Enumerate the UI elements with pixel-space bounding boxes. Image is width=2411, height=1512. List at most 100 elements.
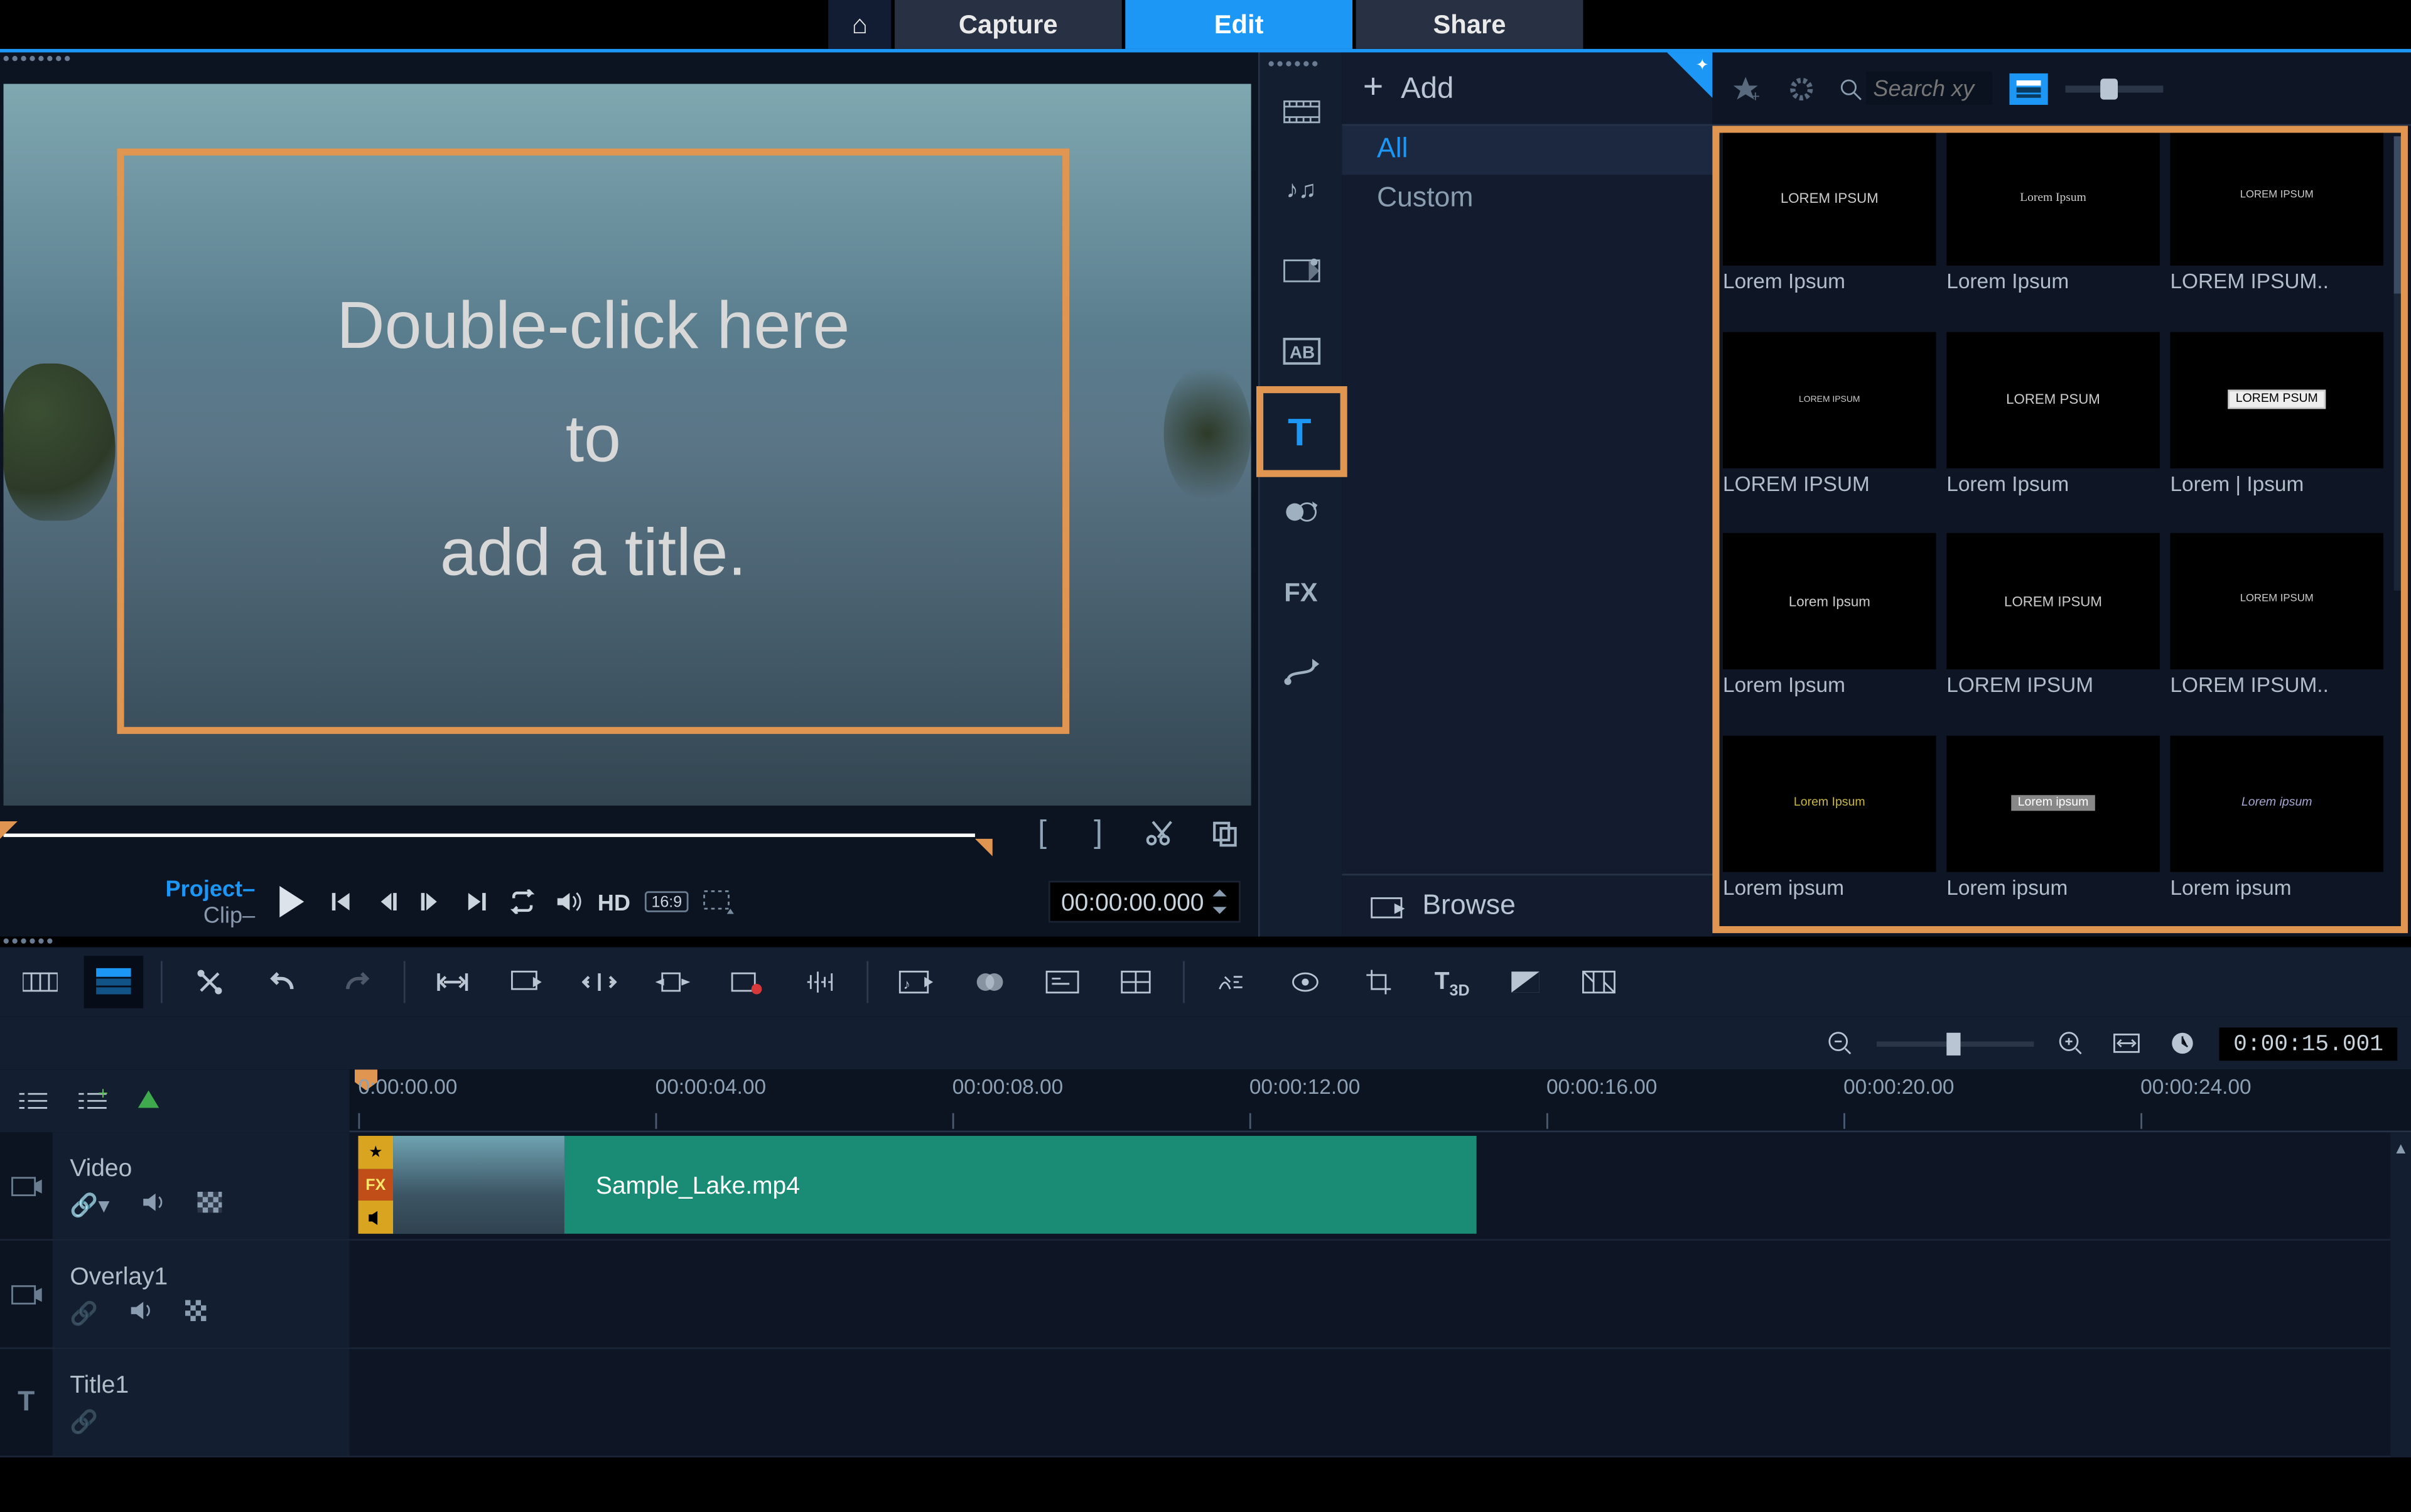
overlay-track-icon[interactable]	[0, 1241, 52, 1347]
slide-button[interactable]	[643, 956, 703, 1008]
mode-project[interactable]: Project–	[166, 875, 256, 902]
zoom-out-button[interactable]	[1821, 1017, 1859, 1069]
browse-button[interactable]: Browse	[1342, 874, 1712, 937]
title-track-header[interactable]: Title1 🔗	[52, 1349, 349, 1455]
library-tab-sound[interactable]: ♪♫	[1260, 150, 1342, 230]
title-preset[interactable]: Lorem ipsumLorem ipsum	[2170, 735, 2383, 929]
mark-out-button[interactable]: ]	[1094, 814, 1103, 851]
undo-button[interactable]	[254, 956, 313, 1008]
resize-options-button[interactable]	[696, 877, 742, 926]
title-preset[interactable]: LOREM PSUMLorem | Ipsum	[2170, 331, 2383, 526]
goto-start-button[interactable]	[318, 877, 364, 926]
blend-button[interactable]	[959, 956, 1019, 1008]
favorite-add-icon[interactable]: +	[1727, 69, 1765, 107]
library-tab-path[interactable]	[1260, 632, 1342, 713]
video-track-header[interactable]: Video 🔗▾	[52, 1132, 349, 1239]
title-preset[interactable]: Lorem IpsumLorem Ipsum	[1723, 533, 1936, 728]
category-custom[interactable]: Custom	[1342, 175, 1712, 224]
thumbnail-view-button[interactable]	[2009, 72, 2047, 104]
tab-capture[interactable]: Capture	[895, 0, 1122, 49]
tools-button[interactable]	[180, 956, 240, 1008]
mute-icon[interactable]	[141, 1191, 166, 1219]
thumbnail-size-slider[interactable]	[2066, 85, 2164, 92]
slip-button[interactable]	[569, 956, 629, 1008]
auto-music-button[interactable]: ♪	[886, 956, 946, 1008]
overlay-track-header[interactable]: Overlay1 🔗	[52, 1241, 349, 1347]
3dtitle-button[interactable]: T3D	[1422, 956, 1482, 1008]
link-icon[interactable]: 🔗▾	[70, 1191, 109, 1219]
title-preset[interactable]: LOREM IPSUMLOREM IPSUM	[1946, 533, 2160, 728]
preview-viewport[interactable]: Double-click here to add a title.	[4, 84, 1251, 806]
category-add-button[interactable]: + Add	[1342, 52, 1712, 126]
trim-start-handle[interactable]	[0, 821, 18, 839]
library-tab-transition[interactable]	[1260, 230, 1342, 311]
pin-icon[interactable]	[1667, 52, 1712, 97]
copy-button[interactable]	[1209, 818, 1241, 849]
title-preset[interactable]: Lorem IpsumLorem ipsum	[1723, 735, 1936, 929]
title-preset[interactable]: LOREM IPSUMLOREM IPSUM..	[2170, 129, 2383, 324]
toggle-tracks-button[interactable]	[136, 1091, 161, 1111]
settings-icon[interactable]	[1783, 69, 1821, 107]
split-clip-button[interactable]	[1146, 818, 1178, 849]
search-input[interactable]	[1866, 72, 1992, 105]
title-safe-box[interactable]: Double-click here to add a title.	[117, 149, 1069, 734]
title-preset[interactable]: LOREM IPSUMLorem Ipsum	[1723, 129, 1936, 324]
link-icon[interactable]: 🔗	[70, 1299, 98, 1327]
title-preset[interactable]: LOREM IPSUMLOREM IPSUM	[1723, 331, 1936, 526]
category-all[interactable]: All	[1342, 126, 1712, 175]
fx-disable-icon[interactable]	[186, 1299, 210, 1327]
mode-clip[interactable]: Clip–	[203, 902, 255, 928]
subtitle-button[interactable]	[1033, 956, 1092, 1008]
library-tab-title[interactable]: T	[1260, 391, 1342, 472]
timecode-field[interactable]: 00:00:00.000	[1049, 881, 1240, 923]
scrub-bar[interactable]	[4, 833, 975, 837]
title-preset[interactable]: LOREM IPSUMLOREM IPSUM..	[2170, 533, 2383, 728]
speed-button[interactable]	[1202, 956, 1262, 1008]
fit-timeline-button[interactable]	[2108, 1017, 2146, 1069]
timeline-vscroll[interactable]: ▲	[2390, 1132, 2411, 1457]
video-clip[interactable]: ★ FX Sample_Lake.mp4	[359, 1136, 1477, 1234]
tab-home[interactable]: ⌂	[828, 0, 891, 49]
storyboard-view-button[interactable]	[11, 956, 70, 1008]
tab-share[interactable]: Share	[1356, 0, 1583, 49]
hd-toggle[interactable]: HD	[598, 888, 630, 915]
mute-icon[interactable]	[129, 1299, 154, 1327]
split-screen-button[interactable]	[1569, 956, 1629, 1008]
tracking-button[interactable]	[1276, 956, 1335, 1008]
play-button[interactable]	[266, 877, 318, 926]
track-manager-button[interactable]	[18, 1089, 49, 1113]
timeline-view-button[interactable]	[84, 956, 144, 1008]
project-duration-icon[interactable]	[2164, 1017, 2202, 1069]
aspect-ratio-label[interactable]: 16:9	[644, 891, 689, 912]
goto-end-button[interactable]	[455, 877, 500, 926]
trim-end-handle[interactable]	[975, 839, 993, 856]
loop-button[interactable]	[500, 877, 545, 926]
link-icon[interactable]: 🔗	[70, 1408, 98, 1436]
next-frame-button[interactable]	[409, 877, 454, 926]
fit-clip-button[interactable]	[423, 956, 482, 1008]
redo-button[interactable]	[326, 956, 386, 1008]
assets-scrollbar[interactable]	[2394, 136, 2408, 591]
library-tab-caption[interactable]: AB	[1260, 311, 1342, 391]
zoom-timecode[interactable]: 0:00:15.001	[2220, 1027, 2397, 1060]
prev-frame-button[interactable]	[364, 877, 409, 926]
record-button[interactable]	[716, 956, 776, 1008]
video-track-icon[interactable]	[0, 1132, 52, 1239]
title-preset[interactable]: Lorem ipsumLorem ipsum	[1946, 735, 2160, 929]
zoom-in-button[interactable]	[2052, 1017, 2090, 1069]
library-tab-overlay[interactable]	[1260, 472, 1342, 552]
zoom-slider[interactable]	[1877, 1040, 2034, 1045]
mark-in-button[interactable]: [	[1038, 814, 1047, 851]
title-track-icon[interactable]: T	[0, 1349, 52, 1455]
library-tab-media[interactable]	[1260, 70, 1342, 150]
title-preset[interactable]: Lorem IpsumLorem Ipsum	[1946, 129, 2160, 324]
title-preset[interactable]: LOREM PSUMLorem Ipsum	[1946, 331, 2160, 526]
library-tab-fx[interactable]: FX	[1260, 552, 1342, 632]
mask-button[interactable]	[1496, 956, 1555, 1008]
time-ruler[interactable]: 0:00:00.0000:00:04.0000:00:08.0000:00:12…	[350, 1069, 2411, 1132]
multicam-button[interactable]	[1106, 956, 1166, 1008]
fx-disable-icon[interactable]	[197, 1191, 222, 1219]
insert-button[interactable]	[496, 956, 556, 1008]
tab-edit[interactable]: Edit	[1125, 0, 1352, 49]
audio-mixer-button[interactable]	[790, 956, 850, 1008]
